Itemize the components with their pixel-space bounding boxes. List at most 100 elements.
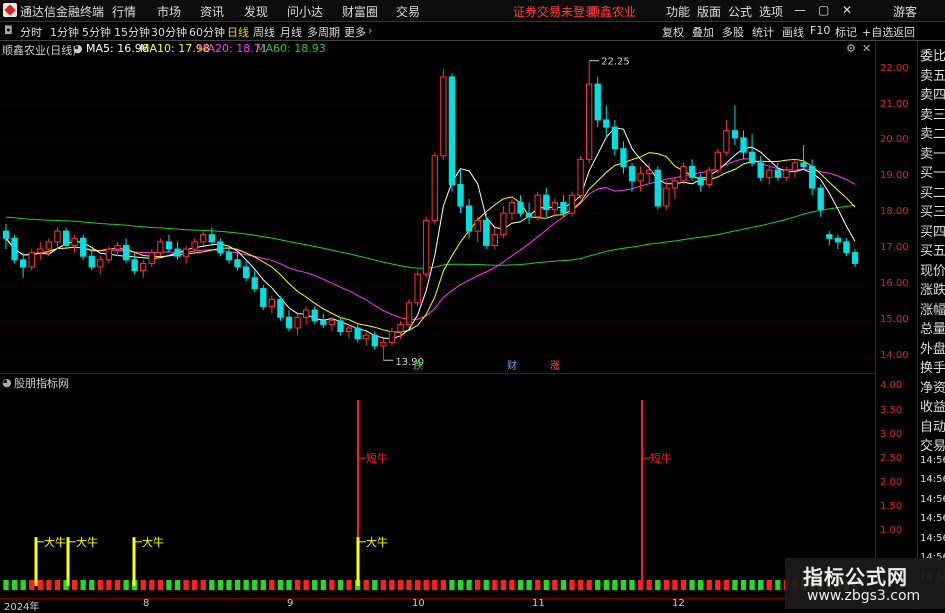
- period-fenshi[interactable]: 分时: [20, 24, 42, 40]
- sidebar-label[interactable]: 涨幅: [920, 299, 945, 318]
- indicator-panel[interactable]: ◕ 股朋指标网 大牛 大牛 大牛 短牛 大牛 短牛: [0, 373, 875, 599]
- func-button[interactable]: 功能: [666, 3, 690, 20]
- candle: [543, 188, 550, 217]
- maximize-icon[interactable]: ▢: [818, 3, 829, 17]
- signal-bar: [157, 580, 164, 590]
- menu-faxian[interactable]: 发现: [244, 3, 268, 20]
- period-1min[interactable]: 1分钟: [50, 24, 79, 40]
- sidebar-label[interactable]: 现价: [920, 260, 945, 279]
- menu-zixun[interactable]: 资讯: [200, 3, 224, 20]
- candle-body: [242, 266, 250, 279]
- tool-back[interactable]: 返回: [893, 24, 915, 40]
- price-panel[interactable]: 顺鑫农业(日线) ◕ MA5: 16.96 MA10: 17.98 MA20: …: [0, 41, 875, 371]
- period-60min[interactable]: 60分钟: [189, 24, 225, 40]
- candle-body: [131, 259, 138, 272]
- candle-body: [697, 176, 704, 185]
- sidebar-label[interactable]: 卖四: [920, 84, 945, 103]
- period-monthly[interactable]: 月线: [280, 24, 302, 40]
- indicator-spike: 大牛: [132, 535, 164, 586]
- period-15min[interactable]: 15分钟: [114, 24, 150, 40]
- sidebar-label[interactable]: 14:56: [920, 513, 945, 524]
- candle: [302, 306, 310, 325]
- candle: [791, 159, 799, 178]
- candle-body: [834, 237, 842, 243]
- candle-body: [294, 316, 301, 329]
- menu-caifuquan[interactable]: 财富圈: [342, 3, 378, 20]
- tool-f10[interactable]: F10: [810, 24, 830, 37]
- minimize-icon[interactable]: —: [794, 3, 806, 17]
- candle-body: [28, 252, 35, 268]
- sidebar-label[interactable]: 14:56: [920, 474, 945, 485]
- candle-body: [54, 230, 61, 243]
- sidebar-label[interactable]: 卖一: [920, 143, 945, 162]
- sidebar-label[interactable]: 卖三: [920, 104, 945, 123]
- sidebar-label[interactable]: 14:56: [920, 494, 945, 505]
- tool-mark[interactable]: 标记: [835, 24, 857, 40]
- candle-body: [440, 76, 447, 157]
- period-multi[interactable]: 多周期: [307, 24, 340, 40]
- candle: [182, 245, 190, 264]
- sidebar-label[interactable]: 涨跌: [920, 279, 945, 298]
- signal-bar: [243, 580, 249, 590]
- candle-body: [483, 219, 490, 246]
- sidebar-label[interactable]: 净资: [920, 377, 945, 396]
- candle: [97, 256, 104, 275]
- tool-stats[interactable]: 统计: [752, 24, 774, 40]
- candle-body: [80, 237, 87, 257]
- tool-fuquan[interactable]: 复权: [662, 24, 684, 40]
- candle: [114, 241, 121, 257]
- sidebar-label[interactable]: 14:56: [920, 455, 945, 466]
- signal-bar: [123, 580, 129, 590]
- options-button[interactable]: 选项: [759, 3, 783, 20]
- layout-button[interactable]: 版面: [697, 3, 721, 20]
- sidebar-label[interactable]: 收益: [920, 396, 945, 415]
- panel-toggle-icon[interactable]: ◘: [4, 24, 13, 37]
- sidebar-label[interactable]: 14:56: [920, 533, 945, 544]
- sidebar-label[interactable]: 买四: [920, 221, 945, 240]
- tool-overlay[interactable]: 叠加: [692, 24, 714, 40]
- indicator-tick-label: 2.50: [880, 452, 903, 464]
- sidebar-label[interactable]: 买一: [920, 162, 945, 181]
- sidebar-label[interactable]: 卖二: [920, 123, 945, 142]
- site-watermark: 指标公式网 www.zbgs3.com: [785, 558, 945, 609]
- guest-label[interactable]: 游客: [893, 3, 917, 20]
- sidebar-label[interactable]: 买五: [920, 240, 945, 259]
- sidebar-label[interactable]: 换手: [920, 357, 945, 376]
- candle: [217, 238, 224, 257]
- candle: [28, 249, 35, 271]
- formula-button[interactable]: 公式: [728, 3, 752, 20]
- indicator-chart[interactable]: 大牛 大牛 大牛短牛大牛短牛: [0, 374, 875, 599]
- signal-bar: [363, 580, 369, 590]
- period-5min[interactable]: 5分钟: [82, 24, 111, 40]
- sidebar-label[interactable]: 外盘: [920, 338, 945, 357]
- period-weekly[interactable]: 周线: [253, 24, 275, 40]
- spike-label: 大牛: [44, 535, 66, 549]
- candle: [568, 191, 576, 217]
- signal-bar: [663, 580, 669, 590]
- tool-draw[interactable]: 画线: [782, 24, 804, 40]
- sidebar-label[interactable]: 自动: [920, 416, 945, 435]
- tool-add-favorite[interactable]: +自选: [862, 24, 893, 40]
- menu-wenxiaoda[interactable]: 问小达: [287, 3, 323, 20]
- sidebar-label[interactable]: 总量: [920, 318, 945, 337]
- sidebar-label[interactable]: 委比: [920, 45, 945, 64]
- sidebar-label[interactable]: 买三: [920, 201, 945, 220]
- candle: [88, 249, 95, 271]
- candlestick-chart[interactable]: 22.2513.90跌财涨: [0, 41, 875, 371]
- candle-body: [97, 259, 104, 268]
- price-axis: 22.00 21.00 20.00 19.00 18.00 17.00 16.00 15.00…: [875, 41, 918, 598]
- menu-shichang[interactable]: 市场: [157, 3, 181, 20]
- menu-jiaoyi[interactable]: 交易: [396, 3, 420, 20]
- sidebar-label[interactable]: 交易: [920, 435, 945, 454]
- login-warning[interactable]: 证券交易未登录: [513, 3, 597, 20]
- chevron-right-icon[interactable]: ›: [368, 24, 372, 37]
- period-more[interactable]: 更多: [344, 24, 366, 40]
- menu-hangqing[interactable]: 行情: [112, 3, 136, 20]
- period-30min[interactable]: 30分钟: [151, 24, 187, 40]
- sidebar-label[interactable]: 卖五: [920, 65, 945, 84]
- sidebar-label[interactable]: 买二: [920, 182, 945, 201]
- tool-multistock[interactable]: 多股: [722, 24, 744, 40]
- period-daily[interactable]: 日线: [227, 24, 249, 40]
- signal-bar: [372, 580, 378, 590]
- close-icon[interactable]: ✕: [842, 3, 852, 17]
